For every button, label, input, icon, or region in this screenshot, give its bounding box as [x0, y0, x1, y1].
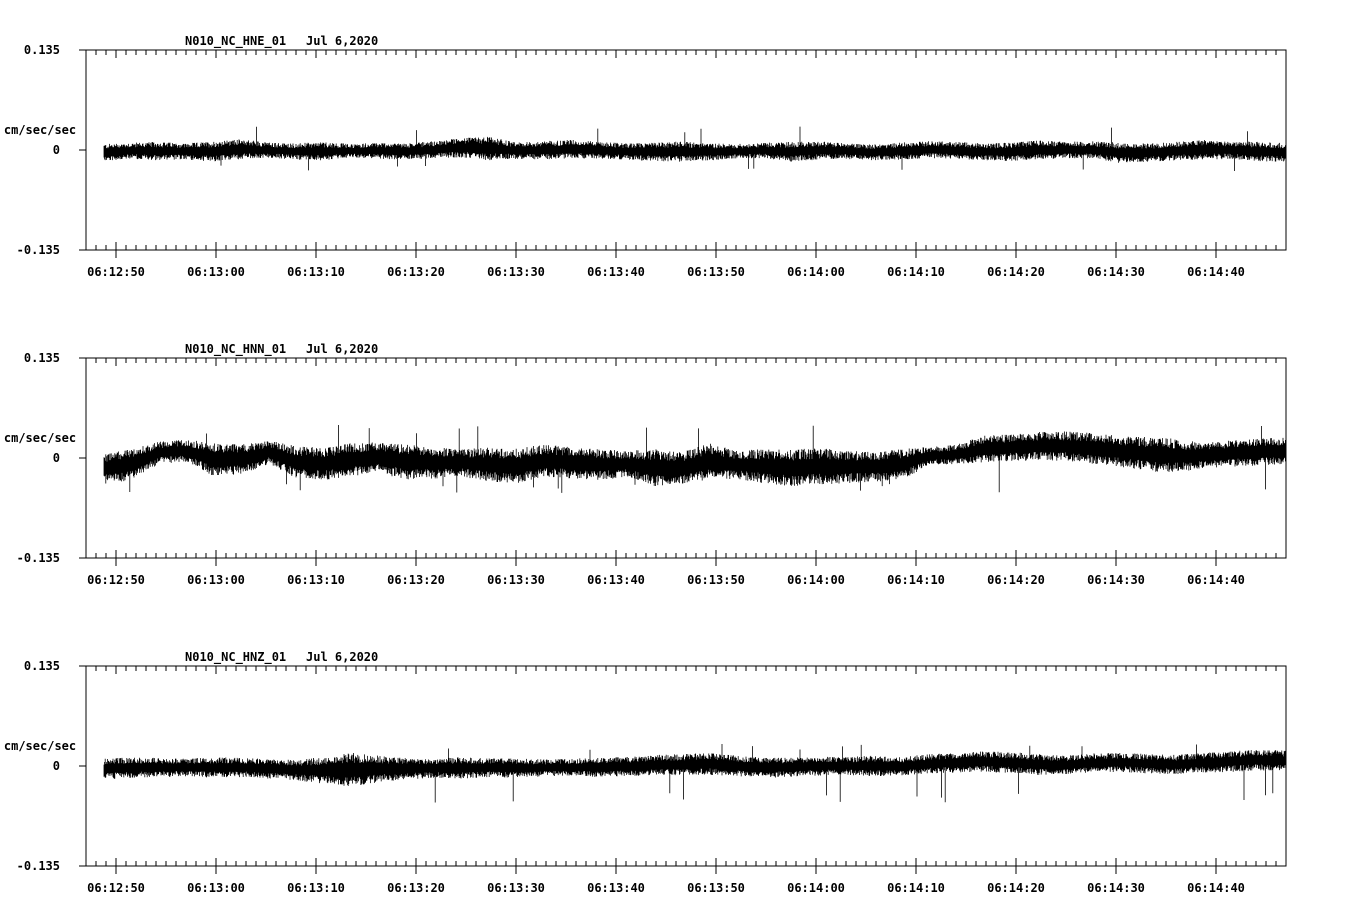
trace-date: Jul 6,2020 — [306, 342, 378, 356]
x-tick-label: 06:13:30 — [487, 573, 545, 587]
x-tick-label: 06:13:50 — [687, 881, 745, 895]
x-tick-label: 06:13:10 — [287, 265, 345, 279]
x-tick-label: 06:13:00 — [187, 881, 245, 895]
x-tick-label: 06:14:20 — [987, 573, 1045, 587]
x-tick-label: 06:13:20 — [387, 573, 445, 587]
y-tick-label-max: 0.135 — [24, 43, 60, 57]
x-tick-label: 06:14:00 — [787, 881, 845, 895]
x-tick-label: 06:14:30 — [1087, 265, 1145, 279]
y-tick-label-zero: 0 — [53, 451, 60, 465]
x-tick-label: 06:14:00 — [787, 573, 845, 587]
x-tick-label: 06:14:30 — [1087, 881, 1145, 895]
x-tick-label: 06:13:00 — [187, 573, 245, 587]
trace-panel — [79, 665, 1287, 874]
trace-date: Jul 6,2020 — [306, 650, 378, 664]
x-tick-label: 06:13:20 — [387, 881, 445, 895]
x-tick-label: 06:14:40 — [1187, 573, 1245, 587]
x-tick-label: 06:13:50 — [687, 573, 745, 587]
y-tick-label-min: -0.135 — [17, 243, 60, 257]
x-tick-label: 06:14:40 — [1187, 881, 1245, 895]
x-tick-label: 06:13:10 — [287, 573, 345, 587]
x-tick-label: 06:13:20 — [387, 265, 445, 279]
x-tick-label: 06:13:00 — [187, 265, 245, 279]
seismogram-canvas: N010_NC_HNE_01 Jul 6,2020 0.135 0 -0.135 cm/s… — [4, 34, 1287, 895]
y-axis-label: cm/sec/sec — [4, 739, 76, 753]
x-tick-label: 06:14:20 — [987, 881, 1045, 895]
trace-title: N010_NC_HNN_01 — [185, 342, 286, 357]
waveform-trace — [103, 126, 1287, 172]
x-tick-label: 06:13:30 — [487, 265, 545, 279]
x-tick-label: 06:13:50 — [687, 265, 745, 279]
x-tick-label: 06:12:50 — [87, 265, 145, 279]
x-tick-label: 06:14:40 — [1187, 265, 1245, 279]
x-tick-label: 06:14:10 — [887, 573, 945, 587]
y-tick-label-zero: 0 — [53, 759, 60, 773]
trace-title: N010_NC_HNE_01 — [185, 34, 286, 49]
y-axis-label: cm/sec/sec — [4, 123, 76, 137]
trace-panel — [79, 357, 1287, 566]
x-tick-label: 06:14:10 — [887, 881, 945, 895]
y-tick-label-min: -0.135 — [17, 551, 60, 565]
x-tick-label: 06:12:50 — [87, 881, 145, 895]
x-tick-label: 06:14:00 — [787, 265, 845, 279]
x-tick-label: 06:13:30 — [487, 881, 545, 895]
y-axis-label: cm/sec/sec — [4, 431, 76, 445]
trace-date: Jul 6,2020 — [306, 34, 378, 48]
waveform-trace — [103, 425, 1287, 493]
waveform-trace — [103, 744, 1287, 803]
x-tick-label: 06:14:30 — [1087, 573, 1145, 587]
y-tick-label-zero: 0 — [53, 143, 60, 157]
x-tick-label: 06:14:10 — [887, 265, 945, 279]
trace-title: N010_NC_HNZ_01 — [185, 650, 286, 665]
x-tick-label: 06:13:40 — [587, 573, 645, 587]
x-tick-label: 06:13:10 — [287, 881, 345, 895]
trace-panel — [79, 49, 1287, 258]
x-tick-label: 06:12:50 — [87, 573, 145, 587]
y-tick-label-max: 0.135 — [24, 659, 60, 673]
x-tick-label: 06:14:20 — [987, 265, 1045, 279]
x-tick-label: 06:13:40 — [587, 881, 645, 895]
x-tick-label: 06:13:40 — [587, 265, 645, 279]
y-tick-label-min: -0.135 — [17, 859, 60, 873]
y-tick-label-max: 0.135 — [24, 351, 60, 365]
